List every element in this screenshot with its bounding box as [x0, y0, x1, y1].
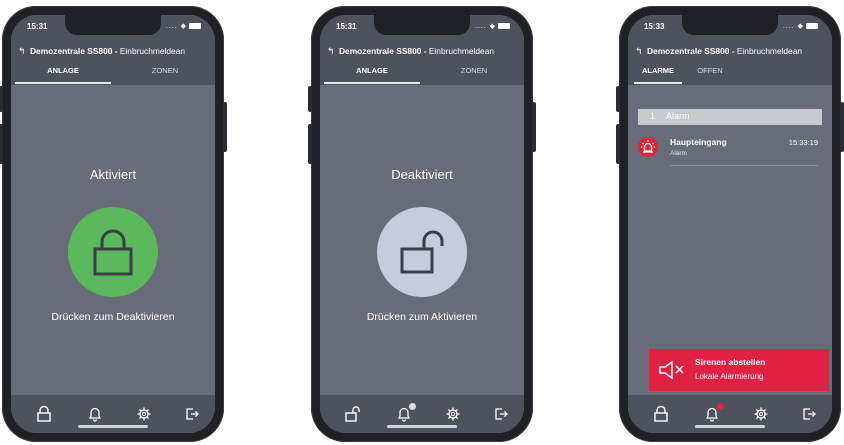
bottom-nav: [11, 395, 215, 433]
tab-indicator: [15, 82, 111, 84]
side-button: [616, 86, 620, 112]
silence-sirens-button[interactable]: Sirenen abstellen Lokale Alarmierung: [649, 349, 829, 391]
tab-zonen[interactable]: ZONEN: [426, 63, 522, 85]
notification-badge: [409, 403, 416, 410]
bottom-nav: [628, 395, 832, 433]
notch: [65, 15, 161, 35]
siren-title: Sirenen abstellen: [695, 357, 766, 367]
tab-label: ANLAGE: [47, 66, 79, 75]
state-label: Aktiviert: [89, 167, 137, 182]
home-indicator: [387, 425, 457, 428]
side-button: [532, 102, 536, 152]
signal-wifi-icon: .... ◆: [783, 22, 818, 30]
bottom-nav: [320, 395, 524, 433]
bell-icon[interactable]: [86, 405, 104, 423]
battery-icon: [498, 23, 510, 30]
notification-badge: [717, 403, 724, 410]
alarm-light-icon: [638, 137, 658, 157]
header: ↰ Demozentrale SS800 - Einbruchmeldean: [11, 41, 215, 63]
tab-indicator: [634, 82, 682, 84]
signal-wifi-icon: .... ◆: [475, 22, 510, 30]
tab-anlage[interactable]: ANLAGE: [324, 63, 420, 85]
speaker-mute-icon: [659, 360, 684, 380]
lock-open-icon[interactable]: [344, 405, 362, 423]
logout-icon[interactable]: [800, 405, 818, 423]
tab-bar: ANLAGE ZONEN: [11, 63, 215, 85]
title-bold: Demozentrale SS800 -: [30, 46, 118, 56]
battery-icon: [189, 23, 201, 30]
screen: 15:33 .... ◆ ↰ Demozentrale SS800 - Einb…: [628, 15, 832, 433]
page-title: Demozentrale SS800 - Einbruchmeldean: [339, 46, 494, 56]
header: ↰ Demozentrale SS800 - Einbruchmeldean: [628, 41, 832, 63]
side-button: [308, 86, 312, 112]
lock-open-icon: [400, 230, 444, 274]
gear-icon[interactable]: [135, 405, 153, 423]
lock-icon[interactable]: [652, 405, 670, 423]
arm-toggle-button[interactable]: [68, 207, 158, 297]
clock: 15:31: [336, 22, 357, 31]
back-arrow-icon[interactable]: ↰: [327, 46, 335, 57]
action-hint: Drücken zum Deaktivieren: [51, 311, 175, 323]
side-button: [0, 124, 3, 164]
clock: 15:31: [27, 22, 48, 31]
tab-alarme[interactable]: ALARME: [634, 63, 682, 85]
tab-indicator: [324, 82, 420, 84]
side-button: [0, 86, 3, 112]
back-arrow-icon[interactable]: ↰: [18, 46, 26, 57]
action-hint: Drücken zum Aktivieren: [366, 311, 478, 323]
home-indicator: [78, 425, 148, 428]
tab-label: ANLAGE: [356, 66, 388, 75]
list-item[interactable]: Haupteingang Alarm 15:33:19: [638, 135, 822, 171]
siren-subtitle: Lokale Alarmierung: [695, 372, 764, 381]
tab-zonen[interactable]: ZONEN: [117, 63, 213, 85]
side-button: [840, 102, 844, 152]
tab-offen[interactable]: OFFEN: [688, 63, 732, 85]
page-title: Demozentrale SS800 - Einbruchmeldean: [30, 46, 185, 56]
screen: 15:31 .... ◆ ↰ Demozentrale SS800 - Einb…: [320, 15, 524, 433]
alarm-count: 1: [650, 111, 656, 121]
side-button: [308, 124, 312, 164]
logout-icon[interactable]: [492, 405, 510, 423]
phone-armed: 15:31 .... ◆ ↰ Demozentrale SS800 - Einb…: [0, 6, 227, 442]
lock-closed-icon: [93, 229, 133, 276]
phone-disarmed: 15:31 .... ◆ ↰ Demozentrale SS800 - Einb…: [308, 6, 536, 442]
side-button: [223, 102, 227, 152]
alarm-time: 15:33:19: [788, 138, 818, 147]
title-bold: Demozentrale SS800 -: [647, 46, 735, 56]
clock: 15:33: [644, 22, 665, 31]
gear-icon[interactable]: [752, 405, 770, 423]
tab-label: ALARME: [641, 66, 675, 75]
alarm-group-label: Alarm: [666, 111, 690, 121]
tab-bar: ALARME OFFEN: [628, 63, 832, 85]
title-rest: Einbruchmeldean: [428, 46, 495, 56]
tab-label: ZONEN: [151, 66, 179, 75]
notch: [682, 15, 778, 35]
signal-wifi-icon: .... ◆: [166, 22, 201, 30]
tab-bar: ANLAGE ZONEN: [320, 63, 524, 85]
logout-icon[interactable]: [183, 405, 201, 423]
tab-anlage[interactable]: ANLAGE: [15, 63, 111, 85]
alarm-name: Haupteingang: [670, 137, 727, 147]
state-label: Deaktiviert: [391, 167, 453, 182]
side-button: [616, 124, 620, 164]
lock-icon[interactable]: [35, 405, 53, 423]
phone-alarm: 15:33 .... ◆ ↰ Demozentrale SS800 - Einb…: [616, 6, 844, 442]
header: ↰ Demozentrale SS800 - Einbruchmeldean: [320, 41, 524, 63]
alarm-type: Alarm: [670, 150, 687, 157]
home-indicator: [695, 425, 765, 428]
page-title: Demozentrale SS800 - Einbruchmeldean: [647, 46, 802, 56]
divider: [670, 165, 818, 166]
arm-toggle-button[interactable]: [377, 207, 467, 297]
gear-icon[interactable]: [444, 405, 462, 423]
battery-icon: [806, 23, 818, 30]
title-bold: Demozentrale SS800 -: [339, 46, 427, 56]
tab-label: ZONEN: [460, 66, 488, 75]
screen: 15:31 .... ◆ ↰ Demozentrale SS800 - Einb…: [11, 15, 215, 433]
title-rest: Einbruchmeldean: [119, 46, 186, 56]
alarm-group-header: 1 Alarm: [638, 109, 822, 125]
title-rest: Einbruchmeldean: [736, 46, 803, 56]
back-arrow-icon[interactable]: ↰: [635, 46, 643, 57]
notch: [374, 15, 470, 35]
tab-label: OFFEN: [697, 66, 723, 75]
